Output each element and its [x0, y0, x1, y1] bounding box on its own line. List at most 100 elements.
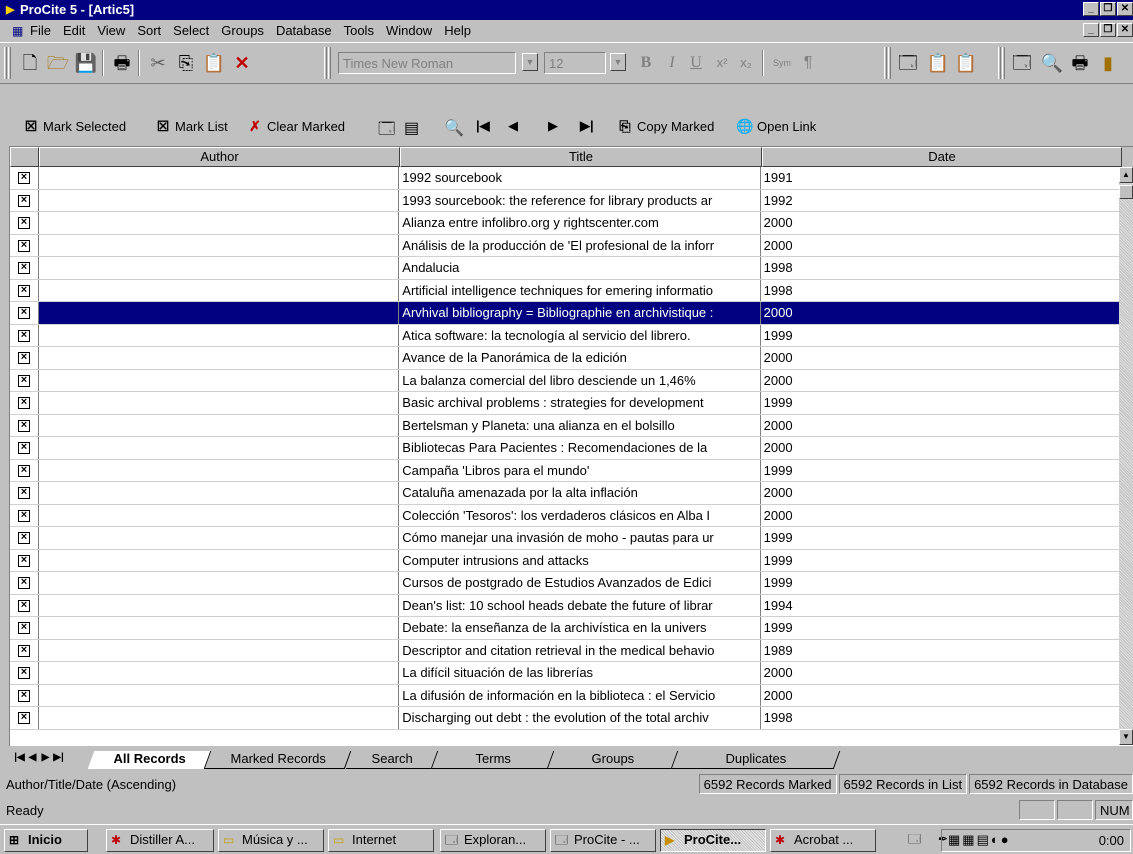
author-cell[interactable] — [39, 527, 400, 549]
mark-checkbox[interactable]: × — [10, 527, 39, 549]
menu-file[interactable]: File — [30, 23, 51, 38]
mark-checkbox[interactable]: × — [10, 459, 39, 481]
table-row[interactable]: × Andalucia 1998 — [10, 257, 1120, 280]
mark-checkbox[interactable]: × — [10, 234, 39, 256]
mark-checkbox[interactable]: × — [10, 414, 39, 436]
table-row[interactable]: × La balanza comercial del libro desciend… — [10, 369, 1120, 392]
task-acrobat[interactable]: ✱ Acrobat ... — [770, 829, 876, 852]
find-button[interactable]: 🔍 — [444, 118, 464, 138]
author-cell[interactable] — [39, 212, 400, 234]
date-cell[interactable]: 1999 — [761, 617, 1120, 639]
table-row[interactable]: × Dean's list: 10 school heads debate the… — [10, 594, 1120, 617]
date-cell[interactable]: 2000 — [761, 437, 1120, 459]
title-cell[interactable]: Cataluña amenazada por la alta inflación — [399, 482, 761, 504]
table-row[interactable]: × 1992 sourcebook 1991 — [10, 167, 1120, 190]
author-cell[interactable] — [39, 392, 400, 414]
date-cell[interactable]: 2000 — [761, 414, 1120, 436]
toolbar-grip[interactable] — [8, 47, 11, 79]
author-cell[interactable] — [39, 639, 400, 661]
date-cell[interactable]: 1999 — [761, 324, 1120, 346]
document-icon[interactable]: ▦ — [12, 24, 26, 38]
mark-checkbox[interactable]: × — [10, 392, 39, 414]
toolbar-grip[interactable] — [888, 47, 891, 79]
column-header-author[interactable]: Author — [39, 147, 400, 167]
minimize-button[interactable]: _ — [1083, 2, 1099, 16]
task-distiller[interactable]: ✱ Distiller A... — [106, 829, 214, 852]
table-row[interactable]: × Alianza entre infolibro.org y rightscen… — [10, 212, 1120, 235]
new-icon[interactable]: 🗋 — [18, 51, 42, 75]
tab-first-icon[interactable]: |◀ — [13, 752, 26, 763]
menu-tools[interactable]: Tools — [344, 23, 374, 38]
clipboard-icon[interactable]: 📋 — [926, 51, 950, 75]
title-cell[interactable]: Cómo manejar una invasión de moho - paut… — [399, 527, 761, 549]
mark-checkbox[interactable]: × — [10, 212, 39, 234]
author-cell[interactable] — [39, 684, 400, 706]
table-row[interactable]: × Colección 'Tesoros': los verdaderos clá… — [10, 504, 1120, 527]
date-cell[interactable]: 2000 — [761, 347, 1120, 369]
paste-special-icon[interactable]: 📋 — [954, 51, 978, 75]
mark-checkbox[interactable]: × — [10, 482, 39, 504]
menu-groups[interactable]: Groups — [221, 23, 264, 38]
author-cell[interactable] — [39, 707, 400, 729]
title-cell[interactable]: Cursos de postgrado de Estudios Avanzado… — [399, 572, 761, 594]
tab-duplicates[interactable]: Duplicates — [671, 751, 840, 769]
title-cell[interactable]: Bertelsman y Planeta: una alianza en el … — [399, 414, 761, 436]
title-cell[interactable]: Alianza entre infolibro.org y rightscent… — [399, 212, 761, 234]
title-cell[interactable]: La balanza comercial del libro desciende… — [399, 369, 761, 391]
author-cell[interactable] — [39, 437, 400, 459]
mark-checkbox[interactable]: × — [10, 549, 39, 571]
mark-checkbox[interactable]: × — [10, 639, 39, 661]
underline-icon[interactable]: U — [684, 51, 708, 75]
date-cell[interactable]: 1999 — [761, 392, 1120, 414]
scroll-thumb[interactable] — [1119, 185, 1133, 199]
copy-icon[interactable]: ⎘ — [174, 51, 198, 75]
quicklaunch-icon[interactable]: 🗔 — [904, 829, 930, 852]
mark-checkbox[interactable]: × — [10, 662, 39, 684]
mark-checkbox[interactable]: × — [10, 324, 39, 346]
table-row[interactable]: × 1993 sourcebook: the reference for libr… — [10, 189, 1120, 212]
date-cell[interactable]: 2000 — [761, 212, 1120, 234]
title-cell[interactable]: 1993 sourcebook: the reference for libra… — [399, 189, 761, 211]
date-cell[interactable]: 2000 — [761, 482, 1120, 504]
toolbar-grip[interactable] — [4, 47, 7, 79]
title-cell[interactable]: Campaña 'Libros para el mundo' — [399, 459, 761, 481]
paragraph-icon[interactable]: ¶ — [796, 51, 820, 75]
author-cell[interactable] — [39, 347, 400, 369]
table-row[interactable]: × Descriptor and citation retrieval in th… — [10, 639, 1120, 662]
table-row[interactable]: × Atica software: la tecnología al servic… — [10, 324, 1120, 347]
author-cell[interactable] — [39, 189, 400, 211]
scroll-down-icon[interactable]: ▼ — [1119, 729, 1133, 745]
print-icon[interactable]: 🖶 — [110, 51, 134, 75]
title-cell[interactable]: Dean's list: 10 school heads debate the … — [399, 594, 761, 616]
date-cell[interactable]: 1994 — [761, 594, 1120, 616]
author-cell[interactable] — [39, 369, 400, 391]
mark-checkbox[interactable]: × — [10, 707, 39, 729]
date-cell[interactable]: 1999 — [761, 527, 1120, 549]
title-cell[interactable]: Andalucia — [399, 257, 761, 279]
table-row[interactable]: × Debate: la enseñanza de la archivística… — [10, 617, 1120, 640]
menu-sort[interactable]: Sort — [137, 23, 161, 38]
date-cell[interactable]: 1989 — [761, 639, 1120, 661]
print-preview-icon[interactable]: 🔍 — [1040, 51, 1064, 75]
author-cell[interactable] — [39, 414, 400, 436]
tab-all-records[interactable]: All Records — [87, 751, 212, 769]
toolbar-grip[interactable] — [884, 47, 887, 79]
font-name-dropdown-icon[interactable]: ▼ — [522, 53, 538, 71]
author-cell[interactable] — [39, 459, 400, 481]
table-row[interactable]: × La difusión de información en la biblio… — [10, 684, 1120, 707]
properties-icon[interactable]: 🗔 — [896, 51, 920, 75]
restore-button[interactable]: ❐ — [1100, 2, 1116, 16]
table-row[interactable]: × Cursos de postgrado de Estudios Avanzad… — [10, 572, 1120, 595]
author-cell[interactable] — [39, 549, 400, 571]
column-header-date[interactable]: Date — [762, 147, 1122, 167]
mark-checkbox[interactable]: × — [10, 369, 39, 391]
author-cell[interactable] — [39, 617, 400, 639]
task-procite-active[interactable]: ▶ ProCite... — [660, 829, 766, 852]
table-row[interactable]: × Análisis de la producción de 'El profes… — [10, 234, 1120, 257]
tab-groups[interactable]: Groups — [547, 751, 679, 769]
task-internet[interactable]: ▭ Internet — [328, 829, 434, 852]
record-button[interactable]: 🗔 — [378, 118, 395, 145]
author-cell[interactable] — [39, 482, 400, 504]
tab-next-icon[interactable]: ▶ — [39, 752, 52, 763]
italic-icon[interactable]: I — [660, 51, 684, 75]
